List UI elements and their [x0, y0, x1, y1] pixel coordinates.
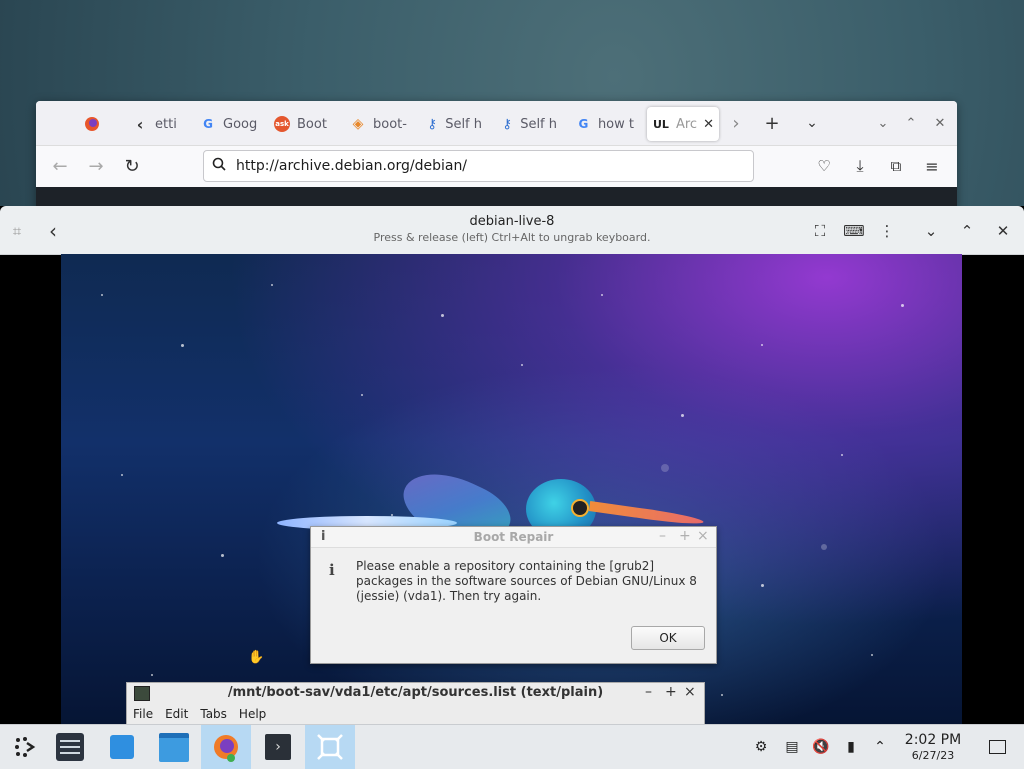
dialog-title: Boot Repair	[473, 530, 554, 544]
clock-date[interactable]: 6/27/23	[896, 749, 970, 762]
key-icon: ⚷	[502, 116, 512, 132]
dialog-maximize-button[interactable]: +	[679, 528, 691, 544]
show-desktop-icon[interactable]	[987, 737, 1007, 757]
tab-3[interactable]: ask Boot	[274, 107, 332, 141]
reload-icon[interactable]: ↻	[117, 150, 147, 182]
clipboard-icon[interactable]: ▤	[782, 737, 802, 757]
battery-icon[interactable]: ▮	[841, 737, 861, 757]
editor-titlebar: /mnt/boot-sav/vda1/etc/apt/sources.list …	[127, 683, 704, 703]
menu-file[interactable]: File	[133, 707, 153, 721]
menu-edit[interactable]: Edit	[165, 707, 188, 721]
firefox-view-tab[interactable]	[84, 107, 107, 141]
pocket-icon[interactable]: ♡	[809, 150, 839, 182]
info-icon: i	[329, 561, 335, 579]
text-editor-window[interactable]: /mnt/boot-sav/vda1/etc/apt/sources.list …	[126, 682, 705, 726]
network-icon[interactable]: ⚙	[751, 737, 771, 757]
ok-button[interactable]: OK	[631, 626, 705, 650]
editor-close-button[interactable]: ×	[684, 684, 696, 700]
editor-title: /mnt/boot-sav/vda1/etc/apt/sources.list …	[227, 685, 604, 700]
hummingbird-beak	[588, 501, 705, 527]
list-tabs-icon[interactable]: ⌄	[797, 107, 827, 139]
tab-label: Boot	[297, 116, 327, 132]
tab-label: etti	[155, 116, 177, 132]
close-icon[interactable]: ✕	[925, 107, 955, 139]
maximize-icon[interactable]: ⌃	[896, 107, 926, 139]
extensions-icon[interactable]: ⧉	[881, 150, 911, 182]
google-icon: G	[578, 117, 589, 131]
maximize-icon[interactable]: ⌃	[954, 218, 980, 244]
tab-label: Self h	[520, 116, 557, 132]
close-icon[interactable]: ✕	[990, 218, 1016, 244]
hummingbird-eye	[571, 499, 589, 517]
dialog-close-button[interactable]: ×	[697, 528, 709, 544]
minimize-icon[interactable]: ⌄	[868, 107, 898, 139]
tab-scroll-right-icon[interactable]: ›	[721, 107, 751, 139]
editor-maximize-button[interactable]: +	[665, 684, 677, 700]
url-text: http://archive.debian.org/debian/	[236, 158, 468, 174]
system-settings-icon[interactable]	[45, 725, 95, 769]
forward-icon[interactable]: →	[81, 150, 111, 182]
tray-expand-icon[interactable]: ⌃	[870, 737, 890, 757]
file-manager-icon[interactable]	[149, 725, 199, 769]
menu-icon[interactable]: ≡	[917, 150, 947, 182]
more-options-icon[interactable]: ⋮	[874, 218, 900, 244]
tab-label: Arc	[675, 116, 698, 132]
tab-2[interactable]: G Goog	[200, 107, 258, 141]
fullscreen-icon[interactable]: ⛶	[807, 218, 833, 244]
dialog-message: Please enable a repository containing th…	[356, 559, 697, 603]
close-tab-icon[interactable]: ✕	[703, 117, 714, 132]
downloads-icon[interactable]: ⤓	[845, 150, 875, 182]
vm-subtitle: Press & release (left) Ctrl+Alt to ungra…	[373, 231, 651, 244]
dialog-titlebar: i Boot Repair – + ×	[311, 527, 716, 548]
app-launcher-icon[interactable]	[0, 725, 50, 769]
discover-store-icon[interactable]	[97, 725, 147, 769]
volume-muted-icon[interactable]: 🔇	[811, 737, 831, 757]
key-icon: ⚷	[427, 116, 437, 132]
search-icon	[212, 157, 226, 175]
google-icon: G	[203, 117, 213, 131]
keyboard-icon[interactable]: ⌨	[841, 218, 867, 244]
boot-repair-dialog[interactable]: i Boot Repair – + × i Please enable a re…	[310, 526, 717, 664]
dialog-minimize-button[interactable]: –	[659, 528, 666, 544]
editor-menu-bar: File Edit Tabs Help	[133, 707, 266, 721]
tab-6[interactable]: ⚷ Self h	[501, 107, 557, 141]
vm-title: debian-live-8	[469, 214, 555, 229]
tab-4[interactable]: ◈ boot-	[350, 107, 410, 141]
url-bar[interactable]: http://archive.debian.org/debian/	[203, 150, 754, 182]
tab-label: boot-	[373, 116, 407, 132]
mouse-cursor-icon: ✋	[248, 650, 265, 665]
menu-tabs[interactable]: Tabs	[200, 707, 227, 721]
tab-label: Self h	[445, 116, 482, 132]
clock-time[interactable]: 2:02 PM	[896, 732, 970, 748]
firefox-taskbar-icon[interactable]	[201, 725, 251, 769]
editor-minimize-button[interactable]: –	[645, 684, 652, 700]
back-icon[interactable]: ←	[45, 150, 75, 182]
minimize-icon[interactable]: ⌄	[918, 218, 944, 244]
vm-header-bar: ⌗ ‹ debian-live-8 Press & release (left)…	[0, 206, 1024, 255]
tab-active[interactable]: UL Arc ✕	[647, 107, 719, 141]
ul-icon: UL	[653, 117, 669, 131]
firefox-nav-bar: ← → ↻ http://archive.debian.org/debian/ …	[36, 145, 957, 188]
taskbar: › ⚙ ▤ 🔇 ▮ ⌃ 2:02 PM 6/27/23	[0, 724, 1024, 769]
menu-help[interactable]: Help	[239, 707, 266, 721]
firefox-window[interactable]: ‹ etti G Goog ask Boot ◈ boot- ⚷ Self h …	[36, 101, 957, 211]
tab-label: how t	[597, 116, 634, 132]
terminal-taskbar-icon[interactable]: ›	[253, 725, 303, 769]
diamond-icon: ◈	[352, 116, 364, 132]
new-tab-icon[interactable]: +	[757, 107, 787, 139]
tab-1[interactable]: ‹ etti	[132, 107, 178, 141]
askubuntu-icon: ask	[274, 116, 290, 132]
firefox-tab-bar: ‹ etti G Goog ask Boot ◈ boot- ⚷ Self h …	[36, 101, 957, 145]
vm-viewer-taskbar-icon[interactable]	[305, 725, 355, 769]
tab-7[interactable]: G how t	[576, 107, 634, 141]
back-arrow-icon: ‹	[136, 114, 144, 134]
tab-5[interactable]: ⚷ Self h	[426, 107, 482, 141]
tab-label: Goog	[223, 116, 258, 132]
firefox-icon	[84, 116, 100, 132]
